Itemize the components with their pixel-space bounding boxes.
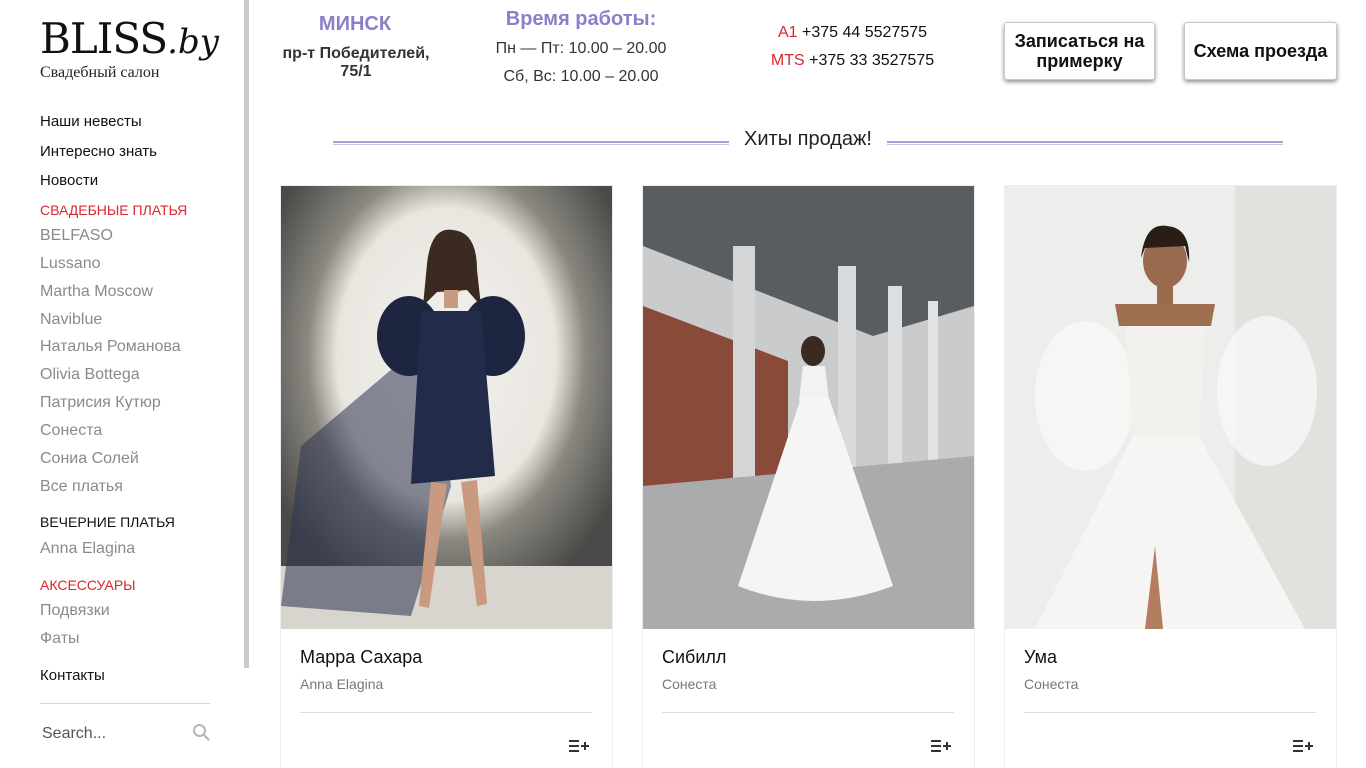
directions-button[interactable]: Схема проезда [1184, 22, 1337, 80]
sidebar-scrollbar[interactable] [244, 0, 249, 668]
phone-a1[interactable]: A1 +375 44 5527575 [740, 24, 965, 42]
card-divider [1024, 712, 1316, 713]
nav-heading-wedding-dresses[interactable]: СВАДЕБНЫЕ ПЛАТЬЯ [40, 202, 187, 218]
product-brand[interactable]: Сонеста [1024, 676, 1078, 692]
logo-brand: BLISS [40, 14, 168, 63]
nav-item-patricia-couture[interactable]: Патрисия Кутюр [40, 394, 161, 412]
product-image[interactable] [1005, 186, 1336, 629]
phone-operator-a1: A1 [777, 24, 798, 41]
nav-item-anna-elagina[interactable]: Anna Elagina [40, 540, 135, 558]
logo[interactable]: BLISS.by Свадебный салон [40, 18, 219, 82]
nav-item-belfaso[interactable]: BELFASO [40, 227, 113, 245]
product-brand[interactable]: Anna Elagina [300, 676, 383, 692]
header-city: МИНСК [318, 13, 392, 35]
nav-news[interactable]: Новости [40, 172, 98, 189]
product-photo [281, 186, 612, 629]
logo-wordmark: BLISS.by [40, 18, 219, 63]
hours-weekend: Сб, Вс: 10.00 – 20.00 [503, 68, 659, 85]
nav-item-lussano[interactable]: Lussano [40, 255, 101, 273]
nav-item-naviblue[interactable]: Naviblue [40, 311, 102, 329]
product-card[interactable]: Ума Сонеста [1004, 185, 1337, 768]
nav-our-brides[interactable]: Наши невесты [40, 113, 142, 130]
add-to-list-icon[interactable] [931, 739, 951, 753]
phone-operator-mts: MTS [770, 52, 805, 69]
nav-item-veils[interactable]: Фаты [40, 630, 80, 648]
search-divider [40, 703, 210, 704]
section-title: Хиты продаж! [744, 128, 872, 150]
product-name[interactable]: Сибилл [662, 647, 726, 668]
logo-suffix: .by [167, 22, 219, 62]
nav-contacts[interactable]: Контакты [40, 667, 105, 684]
logo-tagline: Свадебный салон [40, 64, 160, 81]
hours-weekdays: Пн — Пт: 10.00 – 20.00 [495, 40, 667, 57]
header-address: пр-т Победителей, 75/1 [282, 45, 430, 80]
product-brand[interactable]: Сонеста [662, 676, 716, 692]
add-to-list-icon[interactable] [569, 739, 589, 753]
phone-number-a1: +375 44 5527575 [802, 24, 928, 41]
nav-item-martha-moscow[interactable]: Martha Moscow [40, 283, 153, 301]
nav-item-all-dresses[interactable]: Все платья [40, 478, 123, 496]
product-image[interactable] [281, 186, 612, 629]
nav-item-sonesta[interactable]: Сонеста [40, 422, 102, 440]
section-divider-left [333, 141, 729, 145]
book-fitting-button[interactable]: Записаться на примерку [1004, 22, 1155, 80]
phone-mts[interactable]: MTS +375 33 3527575 [740, 52, 965, 70]
nav-item-olivia-bottega[interactable]: Olivia Bottega [40, 366, 140, 384]
product-name[interactable]: Марра Сахара [300, 647, 422, 668]
nav-item-natalia-romanova[interactable]: Наталья Романова [40, 338, 181, 356]
add-to-list-icon[interactable] [1293, 739, 1313, 753]
card-divider [300, 712, 592, 713]
sidebar: BLISS.by Свадебный салон Наши невесты Ин… [0, 0, 250, 768]
product-card[interactable]: Сибилл Сонеста [642, 185, 975, 768]
product-card[interactable]: Марра Сахара Anna Elagina [280, 185, 613, 768]
search-box [40, 718, 215, 752]
phone-number-mts: +375 33 3527575 [809, 52, 935, 69]
product-photo [1005, 186, 1336, 629]
nav-heading-accessories[interactable]: АКСЕССУАРЫ [40, 577, 136, 593]
search-input[interactable] [40, 718, 180, 750]
nav-item-garters[interactable]: Подвязки [40, 602, 110, 620]
nav-item-sonia-soley[interactable]: Сониа Солей [40, 450, 139, 468]
product-image[interactable] [643, 186, 974, 629]
card-divider [662, 712, 954, 713]
search-icon[interactable] [192, 723, 210, 741]
product-name[interactable]: Ума [1024, 647, 1057, 668]
product-photo [643, 186, 974, 629]
nav-heading-evening-dresses[interactable]: ВЕЧЕРНИЕ ПЛАТЬЯ [40, 514, 175, 530]
section-divider-right [887, 141, 1283, 145]
nav-interesting[interactable]: Интересно знать [40, 143, 157, 160]
hours-title: Время работы: [505, 8, 657, 30]
